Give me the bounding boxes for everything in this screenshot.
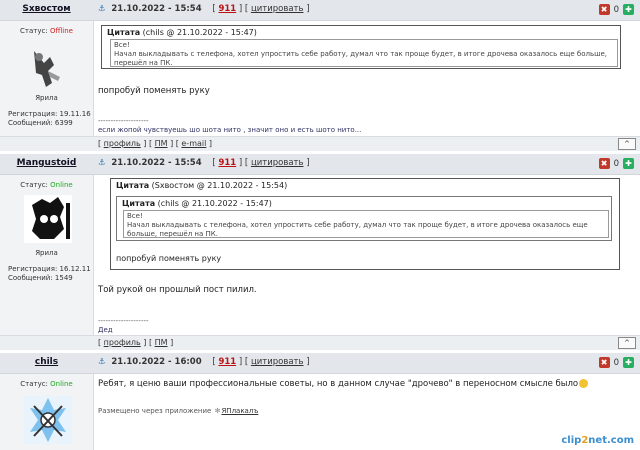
cite-link[interactable]: цитировать [251,158,304,168]
quote-header: Цитата (Sxвостом @ 21.10.2022 - 15:54) [116,181,288,190]
inner-quote-box: Цитата (chils @ 21.10.2022 - 15:47) Все!… [116,196,612,241]
user-reg: Регистрация: 16.12.11 Сообщений: 1549 [8,265,91,282]
user-status: Статус: Online [20,181,73,189]
footer-links: [ профиль ] [ ПМ ] [98,338,174,347]
post-meta: ⚓ 21.10.2022 - 16:00 [ 911 ] [ цитироват… [98,357,310,367]
post-text: попробуй поменять руку [98,86,210,96]
author-name[interactable]: Mangustoid [0,158,93,168]
user-rank: Ярила [35,249,58,257]
thumbs-down-icon[interactable]: ✖ [598,357,610,368]
post-date: 21.10.2022 - 15:54 [111,4,202,14]
app-note: Размещено через приложение ✻ЯПлакалъ [98,407,259,415]
signature-separator: -------------------- [98,117,149,125]
user-panel: Статус: Online [0,374,94,450]
pm-link[interactable]: ПМ [155,338,168,347]
signature: если жопой чувствуешь шо шота нито , зна… [98,126,362,134]
post-meta: ⚓ 21.10.2022 - 15:54 [ 911 ] [ цитироват… [98,158,310,168]
post-meta: ⚓ 21.10.2022 - 15:54 [ 911 ] [ цитироват… [98,4,310,14]
thumbs-up-icon[interactable]: ✚ [623,158,634,169]
anchor-icon[interactable]: ⚓ [98,4,106,14]
footer-links: [ профиль ] [ ПМ ] [ e-mail ] [98,139,213,148]
post-footer: [ профиль ] [ ПМ ] ^ [0,335,640,350]
user-rank: Ярила [35,94,58,102]
anchor-icon[interactable]: ⚓ [98,357,106,367]
thumbs-down-icon[interactable]: ✖ [598,4,610,15]
post-text: Той рукой он прошлый пост пилил. [98,285,257,295]
cite-link[interactable]: цитировать [251,4,304,14]
post-number[interactable]: 911 [218,158,236,168]
user-status: Статус: Online [20,380,73,388]
app-icon: ✻ [214,407,221,415]
post-number[interactable]: 911 [218,357,236,367]
post-header: Mangustoid ⚓ 21.10.2022 - 15:54 [ 911 ] … [0,154,640,175]
post-3: chils ⚓ 21.10.2022 - 16:00 [ 911 ] [ цит… [0,353,640,450]
post-text: Ребят, я ценю ваши профессиональные сове… [98,379,589,389]
cite-link[interactable]: цитировать [251,357,304,367]
rating-count: 0 [613,4,619,15]
rating: ✖ 0 ✚ [598,357,634,368]
rating-count: 0 [613,158,619,169]
user-panel: Статус: Online Ярила Регистрация: 16.12.… [0,175,94,335]
rating: ✖ 0 ✚ [598,158,634,169]
post-date: 21.10.2022 - 15:54 [111,158,202,168]
quote-box: Цитата (chils @ 21.10.2022 - 15:47) Все!… [101,25,621,69]
quote-header: Цитата (chils @ 21.10.2022 - 15:47) [107,28,257,37]
post-date: 21.10.2022 - 16:00 [111,357,202,367]
profile-link[interactable]: профиль [104,139,141,148]
thumbs-up-icon[interactable]: ✚ [623,357,634,368]
post-header: chils ⚓ 21.10.2022 - 16:00 [ 911 ] [ цит… [0,353,640,374]
app-link[interactable]: ЯПлакалъ [221,407,258,415]
thumbs-down-icon[interactable]: ✖ [598,158,610,169]
post-2: Mangustoid ⚓ 21.10.2022 - 15:54 [ 911 ] … [0,154,640,350]
post-number[interactable]: 911 [218,4,236,14]
post-1: Sxвостом ⚓ 21.10.2022 - 15:54 [ 911 ] [ … [0,0,640,151]
anchor-icon[interactable]: ⚓ [98,158,106,168]
avatar [24,195,72,243]
quote-text: Все! Начал выкладывать с телефона, хотел… [110,39,618,67]
user-panel: Статус: Offline Ярила Регистрация: 19.11… [0,21,94,136]
quote-box: Цитата (Sxвостом @ 21.10.2022 - 15:54) Ц… [110,178,620,270]
scroll-top-button[interactable]: ^ [618,337,636,349]
author-name[interactable]: chils [0,357,93,367]
post-header: Sxвостом ⚓ 21.10.2022 - 15:54 [ 911 ] [ … [0,0,640,21]
inner-quote-text: Все! Начал выкладывать с телефона, хотел… [123,210,609,238]
profile-link[interactable]: профиль [104,338,141,347]
user-reg: Регистрация: 19.11.16 Сообщений: 6399 [8,110,91,127]
avatar [24,396,72,444]
scroll-top-button[interactable]: ^ [618,138,636,150]
pm-link[interactable]: ПМ [155,139,168,148]
post-footer: [ профиль ] [ ПМ ] [ e-mail ] ^ [0,136,640,151]
signature-separator: -------------------- [98,317,149,325]
email-link[interactable]: e-mail [181,139,206,148]
smile-icon [579,379,589,388]
signature: Дед [98,326,113,334]
thumbs-up-icon[interactable]: ✚ [623,4,634,15]
user-status: Статус: Offline [20,27,73,35]
inner-quote-header: Цитата (chils @ 21.10.2022 - 15:47) [122,199,272,208]
rating: ✖ 0 ✚ [598,4,634,15]
author-name[interactable]: Sxвостом [0,4,93,14]
watermark-logo: clip2net.com [561,435,634,446]
avatar [34,51,60,87]
quote-reply-text: попробуй поменять руку [116,254,222,263]
rating-count: 0 [613,357,619,368]
